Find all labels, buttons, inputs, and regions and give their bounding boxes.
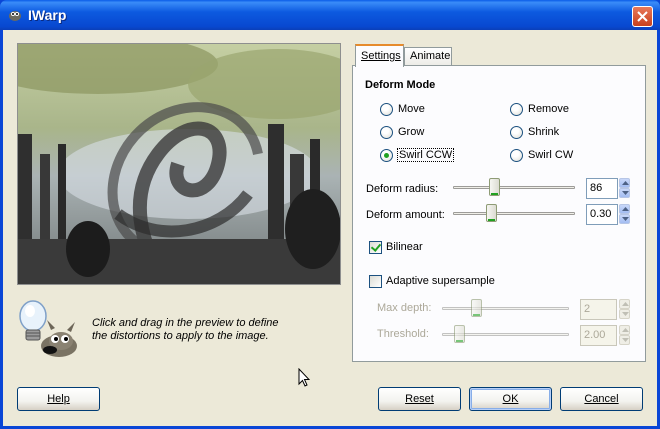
deform-radius-value: 86 — [590, 182, 603, 194]
title-bar[interactable]: IWarp — [0, 0, 660, 30]
window-title: IWarp — [28, 7, 67, 23]
radio-swirl-cw-label[interactable]: Swirl CW — [528, 149, 573, 161]
radio-shrink-label[interactable]: Shrink — [528, 126, 559, 138]
deform-radius-slider-thumb[interactable] — [489, 178, 500, 196]
deform-radius-input[interactable]: 86 — [586, 178, 618, 199]
help-button-label: Help — [47, 393, 70, 405]
max-depth-slider[interactable] — [442, 307, 569, 310]
max-depth-label: Max depth: — [377, 302, 432, 314]
tab-animate[interactable]: Animate — [404, 47, 452, 66]
spin-up-icon[interactable] — [619, 178, 630, 188]
reset-button-label: Reset — [405, 393, 434, 405]
deform-amount-spinner[interactable] — [619, 204, 630, 225]
bilinear-label[interactable]: Bilinear — [386, 241, 423, 253]
hint-line-2: the distortions to apply to the image. — [92, 330, 269, 342]
radio-grow-label[interactable]: Grow — [398, 126, 424, 138]
threshold-spinner[interactable] — [619, 325, 630, 346]
deform-amount-value: 0.30 — [590, 208, 612, 220]
preview-canvas[interactable] — [17, 43, 341, 285]
radio-swirl-cw[interactable] — [510, 149, 523, 162]
close-icon — [637, 11, 648, 22]
max-depth-input[interactable]: 2 — [580, 299, 617, 320]
deform-amount-slider[interactable] — [453, 212, 575, 215]
bilinear-checkbox[interactable] — [369, 241, 382, 254]
ok-button[interactable]: OK — [469, 387, 552, 411]
radio-grow[interactable] — [380, 126, 393, 139]
lightbulb-wilber-icon — [15, 296, 81, 360]
adaptive-supersample-label[interactable]: Adaptive supersample — [386, 275, 495, 287]
max-depth-slider-thumb[interactable] — [471, 299, 482, 317]
cancel-button-label: Cancel — [584, 393, 619, 405]
cancel-button[interactable]: Cancel — [560, 387, 643, 411]
hint-text: Click and drag in the preview to define … — [92, 317, 279, 343]
tab-settings-label: Settings — [361, 50, 401, 62]
radio-remove-label[interactable]: Remove — [528, 103, 569, 115]
mouse-pointer-icon — [298, 367, 311, 391]
max-depth-spinner[interactable] — [619, 299, 630, 320]
iwarp-window: IWarp Settings Animate Deform Mode Move … — [0, 0, 660, 429]
tab-animate-label: Animate — [410, 50, 451, 62]
deform-mode-title: Deform Mode — [365, 79, 436, 91]
gimp-icon — [7, 8, 23, 22]
tab-settings[interactable]: Settings — [355, 44, 404, 67]
max-depth-value: 2 — [584, 303, 591, 315]
spin-down-icon[interactable] — [619, 214, 630, 224]
radio-move[interactable] — [380, 103, 393, 116]
deform-radius-spinner[interactable] — [619, 178, 630, 199]
spin-up-icon[interactable] — [619, 325, 630, 335]
settings-panel: Deform Mode Move Remove Grow Shrink Swir… — [352, 65, 646, 362]
close-button[interactable] — [632, 6, 653, 27]
hint-line-1: Click and drag in the preview to define — [92, 317, 279, 329]
spin-down-icon[interactable] — [619, 188, 630, 198]
threshold-value: 2.00 — [584, 329, 606, 341]
deform-amount-input[interactable]: 0.30 — [586, 204, 618, 225]
deform-radius-slider[interactable] — [453, 186, 575, 189]
threshold-label: Threshold: — [377, 328, 429, 340]
radio-swirl-ccw-label[interactable]: Swirl CCW — [396, 148, 455, 162]
spin-up-icon[interactable] — [619, 204, 630, 214]
spin-down-icon[interactable] — [619, 309, 630, 319]
deform-amount-label: Deform amount: — [366, 209, 445, 221]
ok-button-label: OK — [502, 393, 519, 405]
help-button[interactable]: Help — [17, 387, 100, 411]
radio-remove[interactable] — [510, 103, 523, 116]
reset-button[interactable]: Reset — [378, 387, 461, 411]
radio-move-label[interactable]: Move — [398, 103, 425, 115]
radio-swirl-ccw[interactable] — [380, 149, 393, 162]
deform-radius-label: Deform radius: — [366, 183, 439, 195]
dialog-body: Settings Animate Deform Mode Move Remove… — [3, 30, 657, 426]
threshold-slider-thumb[interactable] — [454, 325, 465, 343]
threshold-input[interactable]: 2.00 — [580, 325, 617, 346]
adaptive-supersample-checkbox[interactable] — [369, 275, 382, 288]
spin-down-icon[interactable] — [619, 335, 630, 345]
deform-amount-slider-thumb[interactable] — [486, 204, 497, 222]
spin-up-icon[interactable] — [619, 299, 630, 309]
radio-shrink[interactable] — [510, 126, 523, 139]
